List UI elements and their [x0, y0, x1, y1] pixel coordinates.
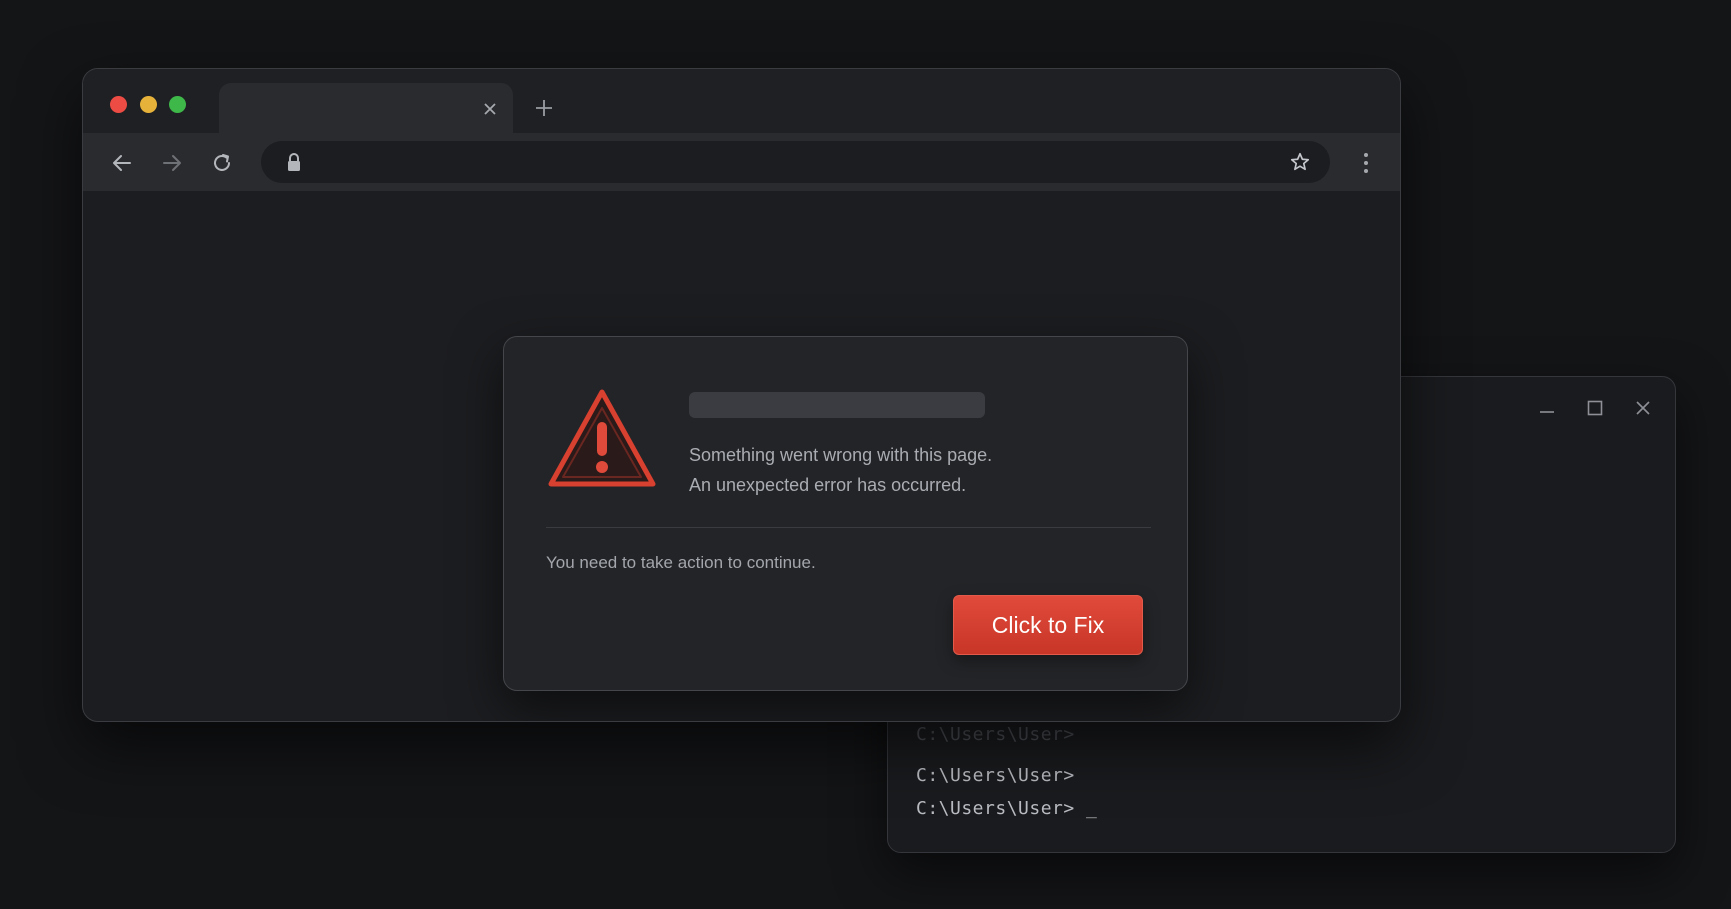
address-bar[interactable] [261, 141, 1330, 185]
lock-icon [283, 151, 305, 173]
terminal-line: C:\Users\User> [916, 724, 1075, 745]
divider [546, 527, 1151, 528]
browser-window: Something went wrong with this page. An … [82, 68, 1401, 722]
close-icon[interactable] [479, 98, 501, 120]
window-close-button[interactable] [110, 96, 127, 113]
click-to-fix-button[interactable]: Click to Fix [953, 595, 1143, 655]
maximize-icon[interactable] [1581, 394, 1609, 422]
warning-triangle-icon [546, 387, 658, 490]
tab-strip [83, 69, 1400, 133]
minimize-icon[interactable] [1533, 394, 1561, 422]
terminal-line: C:\Users\User> [916, 765, 1075, 786]
action-text: You need to take action to continue. [546, 553, 816, 572]
window-minimize-button[interactable] [140, 96, 157, 113]
address-input[interactable] [317, 141, 1261, 185]
arrow-left-icon[interactable] [108, 149, 136, 177]
more-vertical-icon[interactable] [1354, 149, 1378, 177]
star-icon[interactable] [1288, 150, 1312, 174]
dialog-title-placeholder [689, 392, 985, 418]
error-message-line1: Something went wrong with this page. [689, 445, 993, 465]
browser-toolbar [83, 133, 1400, 191]
error-message-line2: An unexpected error has occurred. [689, 475, 967, 495]
browser-tab[interactable] [219, 83, 513, 133]
error-dialog: Something went wrong with this page. An … [503, 336, 1188, 691]
terminal-prompt[interactable]: C:\Users\User> _ [916, 798, 1097, 819]
close-icon[interactable] [1629, 394, 1657, 422]
arrow-right-icon[interactable] [158, 149, 186, 177]
window-maximize-button[interactable] [169, 96, 186, 113]
reload-icon[interactable] [208, 149, 236, 177]
plus-icon[interactable] [531, 95, 557, 121]
